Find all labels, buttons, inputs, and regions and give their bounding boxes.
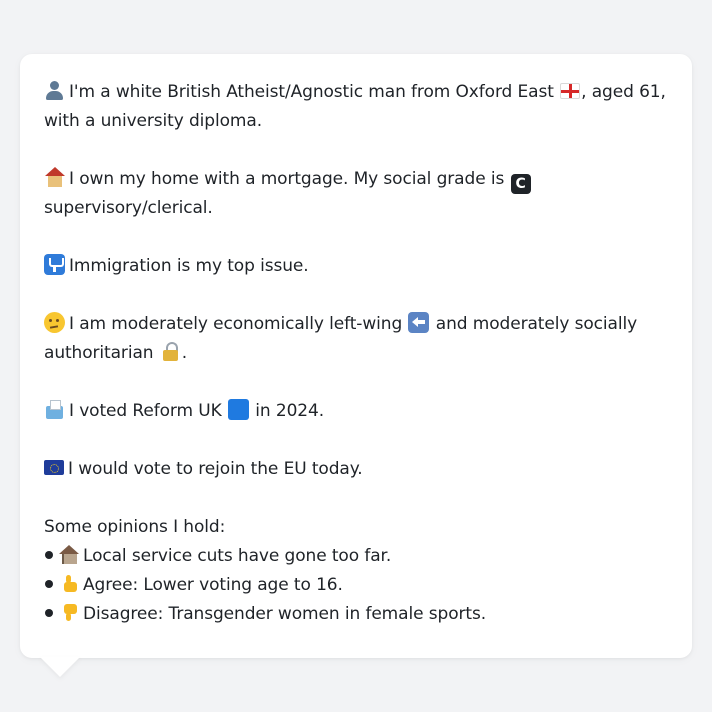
- top-issue-text: Immigration is my top issue.: [69, 256, 309, 276]
- opinion-item: Agree: Lower voting age to 16.: [44, 571, 668, 600]
- ballot-box-icon: [44, 399, 65, 420]
- bullet-icon: [45, 609, 53, 617]
- intro-education-text: with a university diploma.: [44, 111, 262, 131]
- bullet-icon: [45, 580, 53, 588]
- home-line: I own my home with a mortgage. My social…: [44, 165, 668, 223]
- intro-text: I'm a white British Atheist/Agnostic man…: [69, 82, 554, 102]
- ideology-line: I am moderately economically left-wing a…: [44, 310, 668, 368]
- top-issue-line: Immigration is my top issue.: [44, 252, 668, 281]
- vote-year-text: in 2024.: [255, 401, 325, 421]
- england-flag-icon: [560, 83, 581, 99]
- left-arrow-icon: [408, 312, 430, 333]
- house-icon: [44, 167, 65, 188]
- thumbs-up-icon: [58, 573, 79, 594]
- ideology-period: .: [181, 343, 188, 363]
- blue-square-icon: [227, 399, 249, 420]
- opinion-text: Disagree: Transgender women in female sp…: [83, 604, 487, 624]
- thumbs-down-icon: [58, 602, 79, 623]
- speech-bubble-tail: [40, 657, 80, 677]
- ideology-social-text: and moderately socially: [435, 314, 638, 334]
- derelict-house-icon: [58, 544, 79, 565]
- home-text: I own my home with a mortgage. My social…: [69, 169, 505, 189]
- opinion-item: Local service cuts have gone too far.: [44, 542, 668, 571]
- social-grade-text: supervisory/clerical.: [44, 198, 213, 218]
- opinion-text: Agree: Lower voting age to 16.: [83, 575, 343, 595]
- bullet-icon: [45, 551, 53, 559]
- thinking-face-icon: [44, 312, 65, 333]
- immigration-icon: [44, 254, 65, 275]
- eu-text: I would vote to rejoin the EU today.: [68, 459, 363, 479]
- person-icon: [44, 80, 65, 101]
- lock-icon: [160, 341, 181, 362]
- opinion-item: Disagree: Transgender women in female sp…: [44, 600, 668, 629]
- intro-age-text: , aged 61,: [581, 82, 666, 102]
- eu-line: I would vote to rejoin the EU today.: [44, 455, 668, 484]
- vote-text: I voted Reform UK: [69, 401, 222, 421]
- opinions-heading: Some opinions I hold:: [44, 517, 226, 537]
- eu-flag-icon: [44, 460, 64, 475]
- letter-c-icon: C: [510, 174, 531, 194]
- persona-card: I'm a white British Atheist/Agnostic man…: [20, 54, 692, 658]
- ideology-text: I am moderately economically left-wing: [69, 314, 403, 334]
- vote-line: I voted Reform UK in 2024.: [44, 397, 668, 426]
- ideology-authoritarian-text: authoritarian: [44, 343, 154, 363]
- opinion-text: Local service cuts have gone too far.: [83, 546, 392, 566]
- intro-line: I'm a white British Atheist/Agnostic man…: [44, 78, 668, 136]
